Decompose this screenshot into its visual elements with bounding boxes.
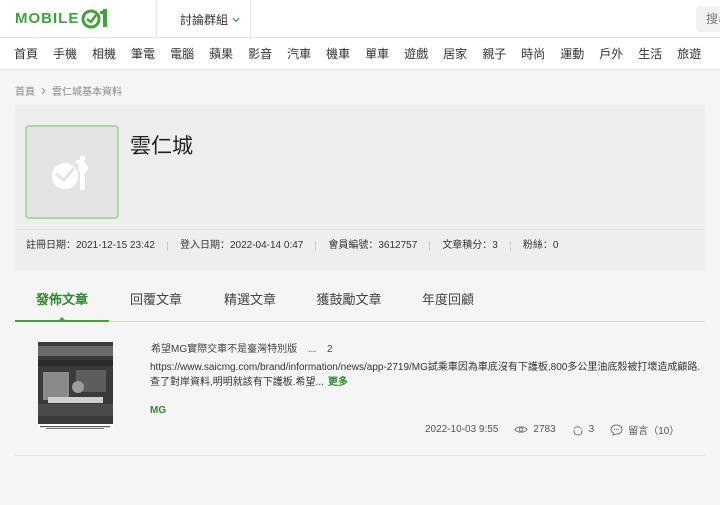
post-date: 2022-10-03 9:55: [425, 424, 499, 435]
comment-icon: [610, 423, 623, 436]
fans-count[interactable]: 粉絲：0: [509, 241, 571, 251]
profile-meta: 註冊日期：2021-12-15 23:42 登入日期：2022-04-14 0:…: [26, 241, 570, 251]
category-link-sports[interactable]: 運動: [560, 45, 584, 62]
breadcrumb-current: 雲仁城基本資料: [52, 87, 122, 98]
tab-encouraged-posts[interactable]: 獲鼓勵文章: [297, 286, 401, 322]
post-tag[interactable]: MG: [150, 405, 166, 416]
category-link-games[interactable]: 遊戲: [404, 45, 428, 62]
post-title[interactable]: 希望MG實際交車不是臺灣特別版 ... 2: [151, 340, 333, 355]
category-link-apple[interactable]: 蘋果: [209, 45, 233, 62]
category-link-home-living[interactable]: 居家: [443, 45, 467, 62]
discussion-group-menu[interactable]: 討論群組: [180, 11, 240, 28]
register-date: 註冊日期：2021-12-15 23:42: [26, 240, 155, 251]
breadcrumb-home[interactable]: 首頁: [15, 83, 35, 98]
divider: [156, 0, 157, 38]
chevron-down-icon: [232, 17, 240, 22]
post-excerpt: https://www.saicmg.com/brand/information…: [150, 360, 702, 390]
post-excerpt-text: https://www.saicmg.com/brand/information…: [150, 362, 701, 388]
logo-text: MOBILE: [15, 9, 80, 27]
profile-username: 雲仁城: [130, 135, 193, 158]
logo-mark-icon: [81, 9, 108, 29]
post-title-text: 希望MG實際交車不是臺灣特別版: [151, 344, 298, 355]
views-count: 2783: [533, 424, 556, 435]
profile-tabs: 發佈文章 回覆文章 精選文章 獲鼓勵文章 年度回顧: [15, 286, 705, 322]
site-logo[interactable]: MOBILE: [15, 7, 113, 29]
likes-stat[interactable]: 3: [572, 424, 595, 436]
tab-published-posts[interactable]: 發佈文章: [15, 286, 109, 322]
category-link-camera[interactable]: 相機: [92, 45, 116, 62]
category-link-motorcycle[interactable]: 機車: [326, 45, 350, 62]
login-date: 登入日期：2022-04-14 0:47: [166, 241, 315, 251]
comments-label: 留言（10）: [628, 426, 680, 437]
category-link-life[interactable]: 生活: [638, 45, 662, 62]
post-thumbnail-image: [38, 342, 113, 429]
post-page-link[interactable]: 2: [327, 344, 333, 355]
tab-featured-posts[interactable]: 精選文章: [203, 286, 297, 322]
post-item: 希望MG實際交車不是臺灣特別版 ... 2 https://www.saicmg…: [15, 330, 705, 456]
profile-panel: 雲仁城 註冊日期：2021-12-15 23:42 登入日期：2022-04-1…: [15, 105, 705, 270]
post-stats: 2022-10-03 9:55 2783 3 留言（10）: [425, 422, 679, 437]
views-stat: 2783: [514, 424, 556, 435]
avatar: [25, 125, 119, 219]
category-link-phone[interactable]: 手機: [53, 45, 77, 62]
category-link-car[interactable]: 汽車: [287, 45, 311, 62]
category-link-computer[interactable]: 電腦: [170, 45, 194, 62]
article-points: 文章積分：3: [429, 241, 510, 251]
category-link-fashion[interactable]: 時尚: [521, 45, 545, 62]
member-id: 會員編號：3612757: [315, 241, 429, 251]
likes-count: 3: [588, 424, 595, 435]
default-avatar-icon: [52, 156, 88, 190]
tab-replied-posts[interactable]: 回覆文章: [109, 286, 203, 322]
category-link-outdoor[interactable]: 戶外: [599, 45, 623, 62]
category-nav: 首頁 手機 相機 筆電 電腦 蘋果 影音 汽車 機車 單車 遊戲 居家 親子 時…: [0, 38, 720, 70]
category-link-notebook[interactable]: 筆電: [131, 45, 155, 62]
breadcrumb: 首頁 雲仁城基本資料: [15, 83, 122, 98]
more-link[interactable]: 更多: [328, 377, 348, 388]
clap-icon: [573, 425, 583, 436]
divider: [250, 0, 251, 38]
post-thumbnail[interactable]: [38, 342, 113, 430]
post-title-ellipsis: ...: [307, 344, 317, 355]
category-link-bicycle[interactable]: 單車: [365, 45, 389, 62]
category-link-parenting[interactable]: 親子: [482, 45, 506, 62]
comments-stat[interactable]: 留言（10）: [610, 422, 679, 437]
chevron-right-icon: [41, 87, 46, 94]
eye-icon: [514, 426, 528, 433]
search-input[interactable]: 搜尋: [696, 6, 720, 32]
category-link-av[interactable]: 影音: [248, 45, 272, 62]
top-bar: MOBILE 討論群組 搜尋: [0, 0, 720, 38]
category-link-home[interactable]: 首頁: [14, 45, 38, 62]
divider: [15, 229, 705, 230]
tab-annual-review[interactable]: 年度回顧: [401, 286, 495, 322]
category-link-travel[interactable]: 旅遊: [677, 45, 701, 62]
discussion-group-label: 討論群組: [180, 13, 229, 27]
